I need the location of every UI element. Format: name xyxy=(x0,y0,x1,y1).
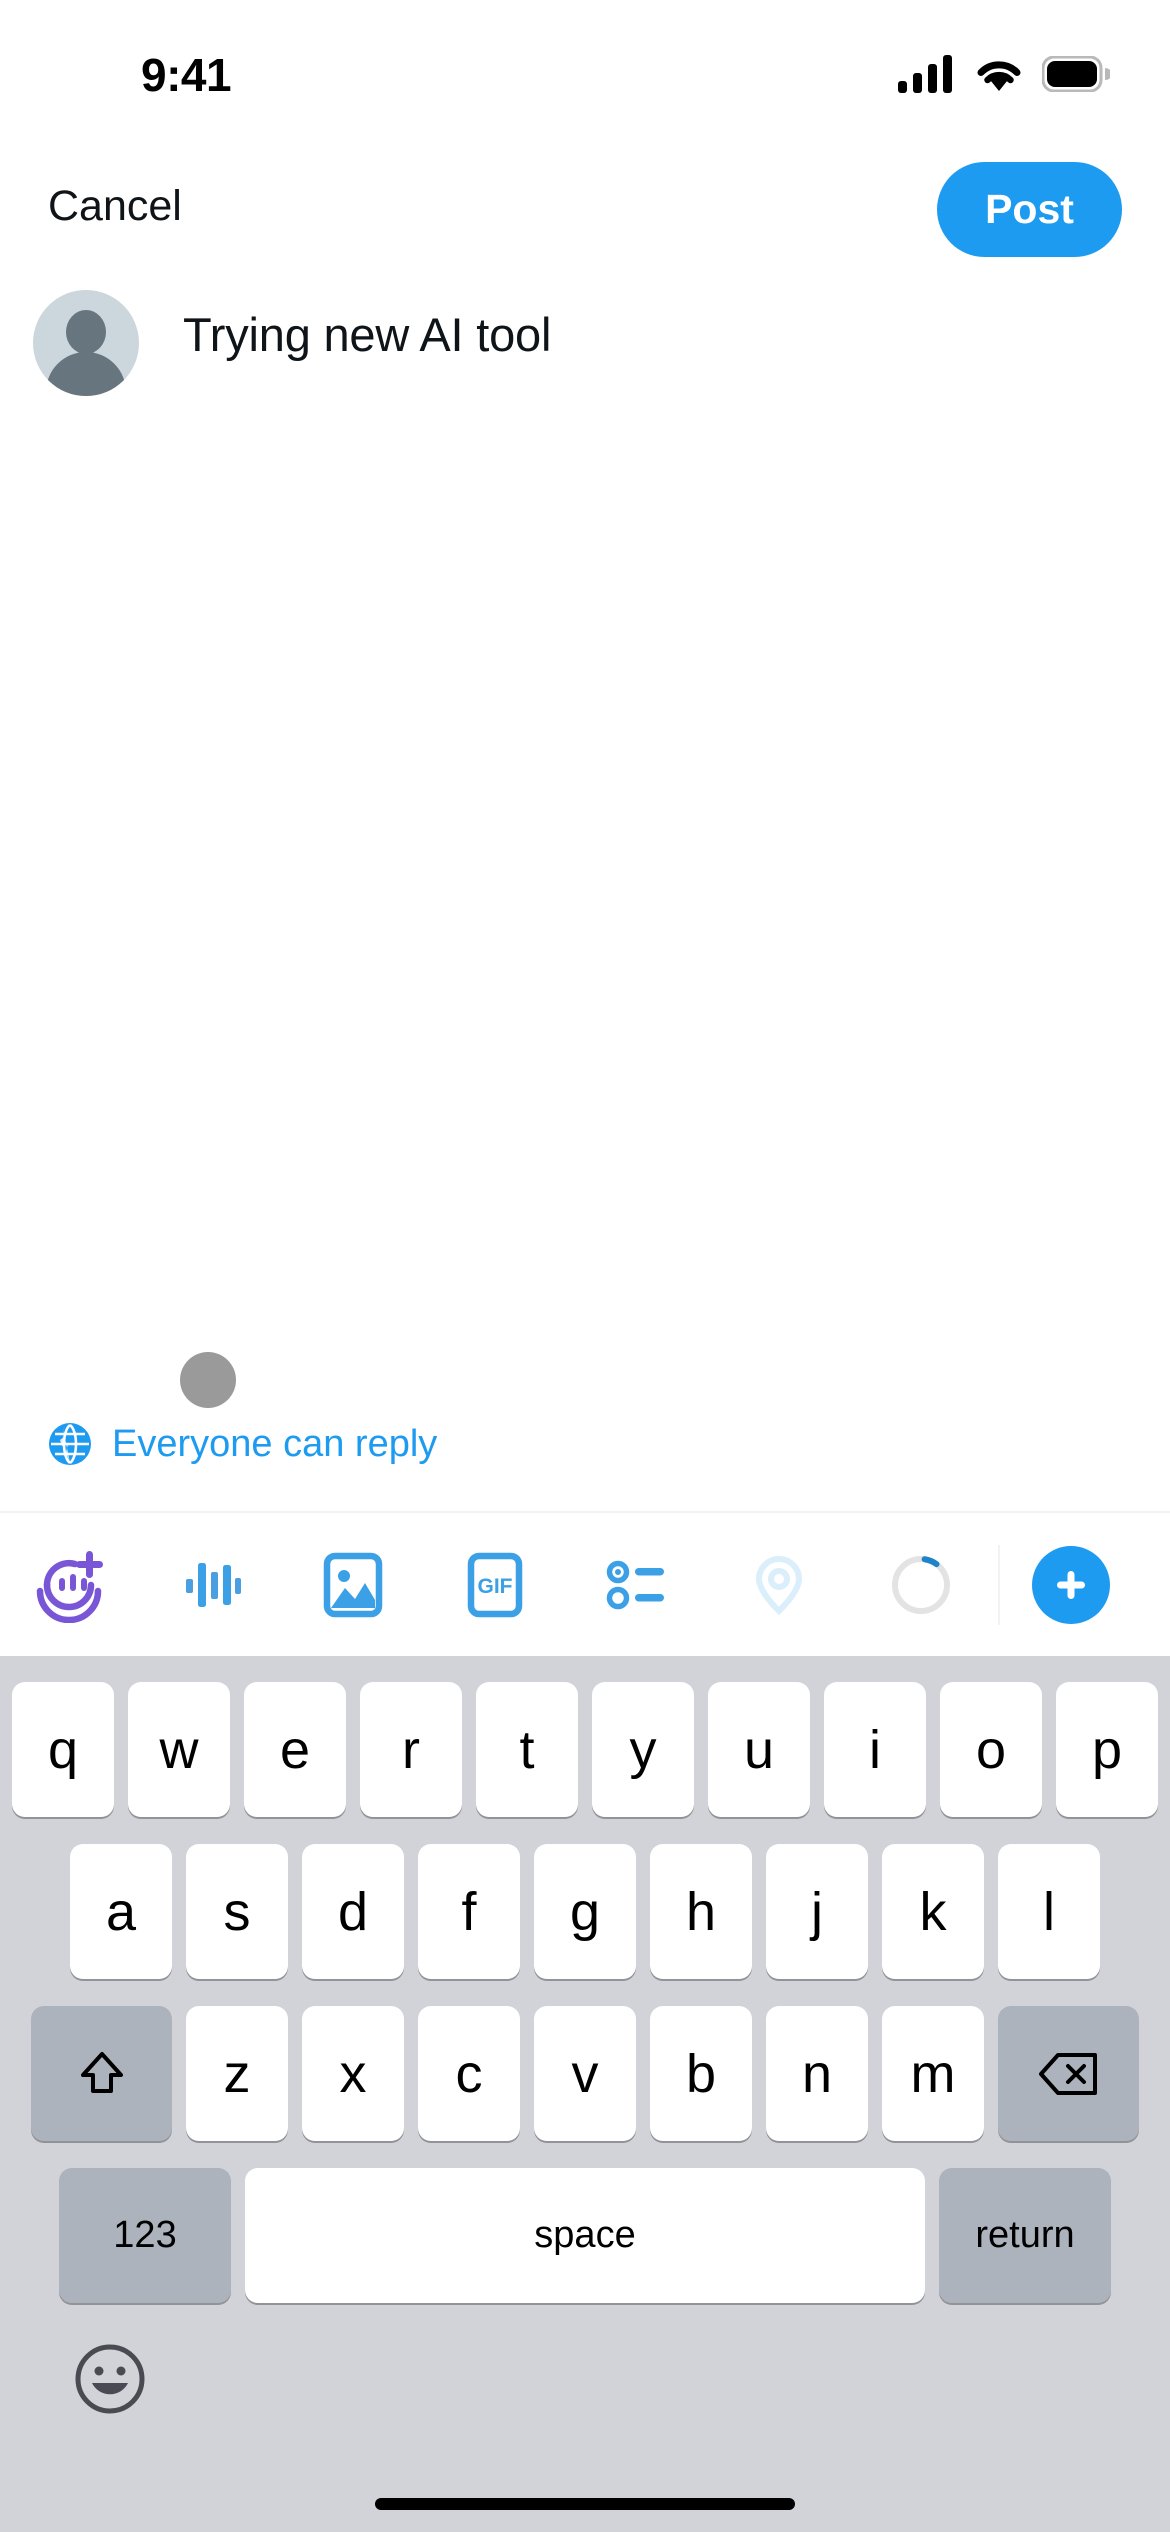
wifi-icon xyxy=(977,61,1021,91)
key-s[interactable]: s xyxy=(186,1844,288,1979)
key-t[interactable]: t xyxy=(476,1682,578,1817)
compose-post-screen: 9:41 Cancel Post Trying new AI tool Ever… xyxy=(0,0,1170,2532)
key-h[interactable]: h xyxy=(650,1844,752,1979)
keyboard-bottom-bar xyxy=(0,2339,1170,2419)
globe-icon xyxy=(49,1423,91,1465)
key-w[interactable]: w xyxy=(128,1682,230,1817)
status-bar: 9:41 xyxy=(0,0,1170,124)
key-m[interactable]: m xyxy=(882,2006,984,2141)
grok-voice-add-button[interactable] xyxy=(20,1536,118,1634)
keyboard-row-2: a s d f g h j k l xyxy=(0,1844,1170,1979)
key-b[interactable]: b xyxy=(650,2006,752,2141)
emoji-smiley-icon xyxy=(75,2344,145,2414)
return-key[interactable]: return xyxy=(939,2168,1111,2303)
key-l[interactable]: l xyxy=(998,1844,1100,1979)
avatar-body xyxy=(46,352,126,396)
numbers-key[interactable]: 123 xyxy=(59,2168,231,2303)
audio-waveform-icon xyxy=(186,1562,241,1607)
post-button[interactable]: Post xyxy=(937,162,1122,257)
on-screen-keyboard: q w e r t y u i o p a s d f g h j k l z … xyxy=(0,1656,1170,2532)
compose-text-input[interactable]: Trying new AI tool xyxy=(183,306,551,365)
poll-button[interactable] xyxy=(588,1536,686,1634)
svg-text:GIF: GIF xyxy=(478,1575,513,1598)
media-image-button[interactable] xyxy=(304,1536,402,1634)
key-j[interactable]: j xyxy=(766,1844,868,1979)
home-indicator xyxy=(375,2498,795,2510)
cancel-button[interactable]: Cancel xyxy=(48,182,182,231)
status-bar-icons xyxy=(898,55,1110,93)
image-icon xyxy=(323,1552,383,1617)
emoji-key[interactable] xyxy=(70,2339,150,2419)
compose-action-toolbar: GIF xyxy=(0,1511,1170,1656)
location-pin-icon xyxy=(755,1555,803,1615)
key-c[interactable]: c xyxy=(418,2006,520,2141)
key-z[interactable]: z xyxy=(186,2006,288,2141)
key-r[interactable]: r xyxy=(360,1682,462,1817)
shift-key[interactable] xyxy=(31,2006,172,2141)
backspace-key[interactable] xyxy=(998,2006,1139,2141)
character-count-button[interactable] xyxy=(872,1536,970,1634)
toolbar-divider xyxy=(998,1544,1000,1625)
location-button[interactable] xyxy=(730,1536,828,1634)
reply-settings-button[interactable]: Everyone can reply xyxy=(48,1422,437,1466)
avatar-head xyxy=(66,310,106,354)
key-n[interactable]: n xyxy=(766,2006,868,2141)
gif-button[interactable]: GIF xyxy=(446,1536,544,1634)
key-a[interactable]: a xyxy=(70,1844,172,1979)
key-f[interactable]: f xyxy=(418,1844,520,1979)
reply-settings-label: Everyone can reply xyxy=(112,1422,438,1465)
key-g[interactable]: g xyxy=(534,1844,636,1979)
key-p[interactable]: p xyxy=(1056,1682,1158,1817)
toolbar-icon-list: GIF xyxy=(0,1536,998,1634)
character-count-ring-icon xyxy=(892,1555,950,1614)
space-key[interactable]: space xyxy=(245,2168,925,2303)
key-y[interactable]: y xyxy=(592,1682,694,1817)
key-i[interactable]: i xyxy=(824,1682,926,1817)
key-o[interactable]: o xyxy=(940,1682,1042,1817)
key-e[interactable]: e xyxy=(244,1682,346,1817)
grok-voice-add-icon xyxy=(36,1550,103,1623)
key-u[interactable]: u xyxy=(708,1682,810,1817)
gif-icon: GIF xyxy=(467,1552,523,1617)
keyboard-row-3: z x c v b n m xyxy=(0,2006,1170,2141)
avatar[interactable] xyxy=(33,290,139,396)
key-x[interactable]: x xyxy=(302,2006,404,2141)
battery-icon xyxy=(1042,56,1110,92)
key-v[interactable]: v xyxy=(534,2006,636,2141)
shift-arrow-icon xyxy=(80,2051,123,2093)
key-q[interactable]: q xyxy=(12,1682,114,1817)
key-k[interactable]: k xyxy=(882,1844,984,1979)
poll-icon xyxy=(606,1560,664,1609)
keyboard-row-1: q w e r t y u i o p xyxy=(0,1682,1170,1817)
keyboard-row-4: 123 space return xyxy=(0,2168,1170,2303)
compose-row: Trying new AI tool xyxy=(0,290,1170,396)
add-post-button[interactable] xyxy=(1032,1545,1110,1624)
backspace-icon xyxy=(1038,2052,1097,2095)
plus-icon xyxy=(1057,1570,1085,1599)
key-d[interactable]: d xyxy=(302,1844,404,1979)
cellular-signal-icon xyxy=(898,55,952,93)
add-thread-dot[interactable] xyxy=(180,1352,236,1408)
status-bar-time: 9:41 xyxy=(141,49,232,101)
compose-header: Cancel Post xyxy=(0,150,1170,270)
audio-waveform-button[interactable] xyxy=(162,1536,260,1634)
